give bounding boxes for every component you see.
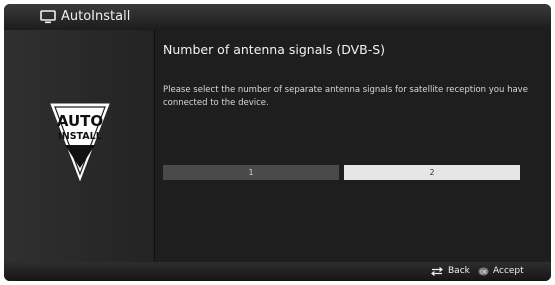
svg-text:INSTALL: INSTALL <box>58 131 102 142</box>
option-2-button[interactable]: 2 <box>344 165 520 180</box>
footer-bar: Back OK Accept <box>4 262 551 281</box>
back-label: Back <box>448 266 470 276</box>
ok-icon: OK <box>478 267 489 276</box>
page-title: AutoInstall <box>61 9 131 24</box>
back-arrows-icon <box>431 267 443 276</box>
main-panel: Number of antenna signals (DVB-S) Please… <box>155 30 551 262</box>
tv-icon <box>40 10 56 24</box>
left-panel: AUTO INSTALL <box>4 30 155 262</box>
accept-label: Accept <box>493 266 524 276</box>
description: Please select the number of separate ant… <box>163 85 528 108</box>
tv-screen: AutoInstall AUTO INSTALL Number of anten… <box>4 4 551 281</box>
ok-key-text: OK <box>480 269 488 275</box>
heading: Number of antenna signals (DVB-S) <box>163 42 386 57</box>
option-1-button[interactable]: 1 <box>163 165 339 180</box>
header-bar: AutoInstall <box>4 4 551 30</box>
auto-install-logo: AUTO INSTALL <box>50 103 110 182</box>
svg-text:AUTO: AUTO <box>57 112 103 130</box>
